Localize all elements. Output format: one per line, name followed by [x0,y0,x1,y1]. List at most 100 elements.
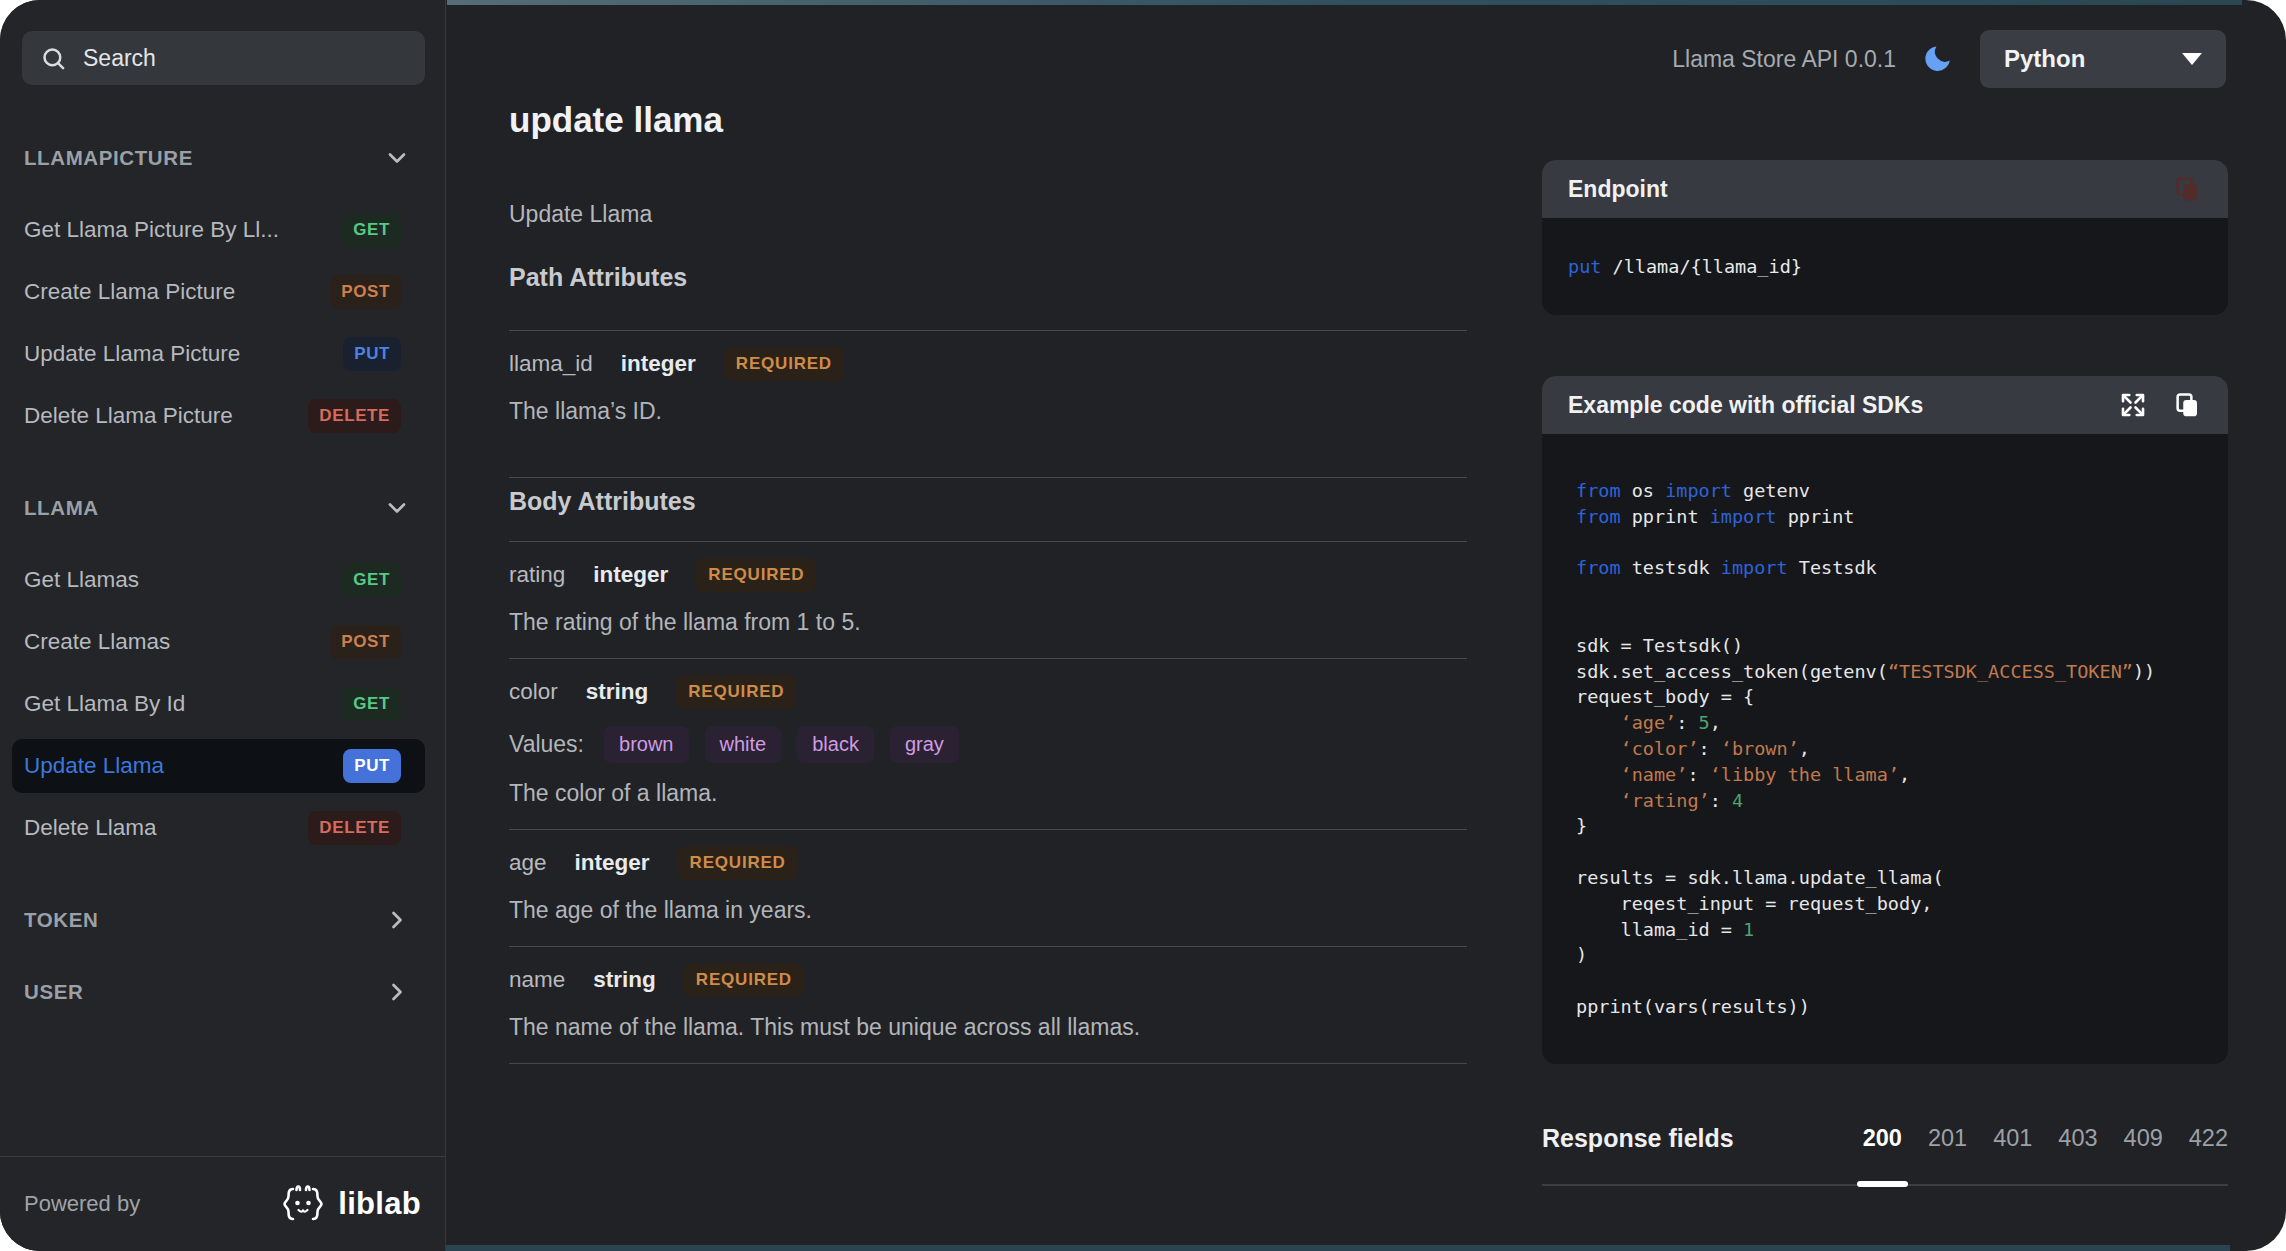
copy-icon[interactable] [2172,174,2202,204]
sidebar-section-token: TOKEN [22,905,425,935]
sidebar-item-create-llamas[interactable]: Create LlamasPOST [12,615,425,669]
divider [509,1063,1467,1064]
code-card-title: Example code with official SDKs [1568,392,1923,419]
sidebar-section-header-llama[interactable]: LLAMA [24,493,411,523]
code-line: llama_id = 1 [1576,917,2194,943]
endpoint-title: Endpoint [1568,176,1668,203]
value-badge-gray: gray [890,726,959,763]
page-title: update llama [509,98,1467,142]
sidebar-item-update-llama-picture[interactable]: Update Llama PicturePUT [12,327,425,381]
code-line: from testsdk import Testsdk [1576,555,2194,581]
method-badge-delete: DELETE [308,399,401,433]
attribute-name: age [509,850,547,876]
response-tab-401[interactable]: 401 [1993,1125,2032,1152]
liblab-llama-icon [278,1181,328,1227]
method-badge-get: GET [342,213,401,247]
sidebar-item-delete-llama[interactable]: Delete Llama DELETE [12,801,425,855]
sidebar-item-label: Get Llamas [24,567,139,593]
required-badge: REQUIRED [678,846,798,880]
attribute-row-name: namestringREQUIRED [509,963,1467,997]
code-line: pprint(vars(results)) [1576,994,2194,1020]
response-tab-200[interactable]: 200 [1863,1125,1902,1152]
divider [509,946,1467,947]
top-bar: Llama Store API 0.0.1 Python [1672,30,2226,88]
method-badge-get: GET [342,687,401,721]
divider [509,330,1467,331]
search-placeholder: Search [83,45,156,72]
language-selected: Python [2004,45,2085,73]
sidebar-section-header-user[interactable]: USER [24,977,411,1007]
example-code-card: Example code with official SDKs from os … [1542,376,2228,1064]
sidebar-item-update-llama[interactable]: Update LlamaPUT [12,739,425,793]
code-line: ‘age’: 5, [1576,710,2194,736]
sidebar-section-header-token[interactable]: TOKEN [24,905,411,935]
chevron-right-icon [383,978,411,1006]
sidebar-item-get-llama-picture-by-ll[interactable]: Get Llama Picture By Ll...GET [12,203,425,257]
code-line: ) [1576,942,2194,968]
attribute-type: integer [575,850,650,876]
divider [509,541,1467,542]
method-badge-delete: DELETE [308,811,401,845]
response-tab-403[interactable]: 403 [2058,1125,2097,1152]
code-line: ‘name’: ‘libby the llama’, [1576,762,2194,788]
code-card-header: Example code with official SDKs [1542,376,2228,434]
value-badge-black: black [797,726,874,763]
sidebar-item-get-llama-by-id[interactable]: Get Llama By IdGET [12,677,425,731]
section-label: TOKEN [24,908,98,932]
copy-icon[interactable] [2172,390,2202,420]
sidebar-item-label: Create Llama Picture [24,279,235,305]
code-line: results = sdk.llama.update_llama( [1576,865,2194,891]
endpoint-card-header: Endpoint [1542,160,2228,218]
values-label: Values: [509,731,584,758]
liblab-logo-text: liblab [338,1186,421,1222]
code-line: sdk = Testsdk() [1576,633,2194,659]
method-badge-post: POST [330,275,401,309]
code-line: ‘color’: ‘brown’, [1576,736,2194,762]
code-line: reqest_input = request_body, [1576,891,2194,917]
attribute-row-color: colorstringREQUIRED [509,675,1467,709]
app-window: update llama Update Llama Path Attribute… [0,0,2286,1251]
method-badge-put: PUT [343,337,401,371]
code-line: ‘rating’: 4 [1576,788,2194,814]
expand-icon[interactable] [2118,390,2148,420]
search-input[interactable]: Search [22,31,425,85]
endpoint-card: Endpoint put /llama/{llama_id} [1542,160,2228,315]
response-tab-409[interactable]: 409 [2124,1125,2163,1152]
code-line [1576,839,2194,865]
attribute-name: rating [509,562,565,588]
attribute-row-llama_id: llama_idintegerREQUIRED [509,347,1467,381]
code-line [1576,581,2194,607]
sidebar-item-create-llama-picture[interactable]: Create Llama Picture POST [12,265,425,319]
sidebar-footer: Powered by liblab [0,1156,445,1251]
divider [509,477,1467,478]
search-icon [40,45,67,72]
chevron-down-icon [383,144,411,172]
page-description: Update Llama [509,200,1467,228]
code-line: from pprint import pprint [1576,504,2194,530]
sidebar-item-delete-llama-picture[interactable]: Delete Llama PictureDELETE [12,389,425,443]
powered-by-label: Powered by [24,1191,140,1217]
sidebar-item-get-llamas[interactable]: Get LlamasGET [12,553,425,607]
code-line: request_body = { [1576,684,2194,710]
api-title: Llama Store API 0.0.1 [1672,46,1896,73]
code-line: sdk.set_access_token(getenv(“TESTSDK_ACC… [1576,659,2194,685]
sidebar-section-llamapicture: LLAMAPICTUREGet Llama Picture By Ll...GE… [22,143,425,443]
attribute-description: The age of the llama in years. [509,896,1467,924]
value-badge-white: white [705,726,782,763]
endpoint-url: /llama/{llama_id} [1613,256,1802,277]
sidebar-section-header-llamapicture[interactable]: LLAMAPICTURE [24,143,411,173]
liblab-logo[interactable]: liblab [278,1181,421,1227]
theme-toggle-moon-icon[interactable] [1922,43,1954,75]
sidebar-item-label: Delete Llama [24,815,157,841]
code-block: from os import getenvfrom pprint import … [1542,434,2228,1064]
sidebar-item-label: Update Llama [24,753,164,779]
language-dropdown[interactable]: Python [1980,30,2226,88]
code-line [1576,968,2194,994]
attribute-type: integer [593,562,668,588]
response-tab-201[interactable]: 201 [1928,1125,1967,1152]
attribute-name: name [509,967,565,993]
divider [509,658,1467,659]
divider [509,829,1467,830]
response-tab-422[interactable]: 422 [2189,1125,2228,1152]
code-line: from os import getenv [1576,478,2194,504]
